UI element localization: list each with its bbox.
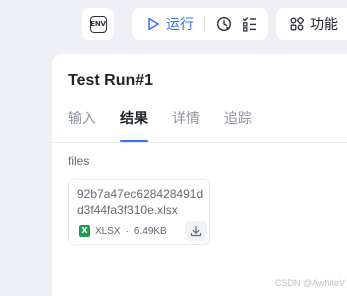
run-button[interactable]: 运行 [146,8,194,40]
toolbar-divider [204,16,205,32]
files-section-label: files [68,154,90,168]
excel-file-icon: X [79,225,90,237]
function-grid-icon [290,17,304,31]
file-size: 6.49KB [133,225,167,237]
play-icon [148,17,159,31]
panel-title: Test Run#1 [68,72,154,89]
run-label: 运行 [166,16,194,32]
tab-input[interactable]: 输入 [68,110,96,142]
run-history-button[interactable] [213,13,235,35]
file-name: 92b7a47ec628428491dd3f44fa3f310e.xlsx [77,187,204,217]
clock-play-icon [216,16,232,32]
result-tabs: 输入 结果 详情 追踪 [68,110,252,142]
download-button[interactable] [185,221,207,241]
file-card[interactable]: 92b7a47ec628428491dd3f44fa3f310e.xlsx X … [68,179,210,245]
toolbar: ENV 运行 功能 [0,8,347,40]
checklist-button[interactable] [239,13,261,35]
file-meta: X XLSX · 6.49KB [79,225,167,237]
watermark: CSDN @AwhiteV [275,278,345,288]
function-label: 功能 [310,16,338,32]
env-button[interactable]: ENV [82,8,114,40]
meta-separator: · [125,225,129,237]
file-type: XLSX [95,225,121,237]
tabs-divider [52,142,347,143]
run-toolbar-group: 运行 [132,8,268,40]
tab-trace[interactable]: 追踪 [224,110,252,142]
download-icon [190,225,202,237]
test-run-panel: Test Run#1 输入 结果 详情 追踪 files 92b7a47ec62… [52,54,347,296]
tab-details[interactable]: 详情 [172,110,200,142]
tab-result[interactable]: 结果 [120,110,148,142]
function-button[interactable]: 功能 [276,8,347,40]
checklist-icon [242,17,256,32]
env-icon: ENV [89,15,107,33]
